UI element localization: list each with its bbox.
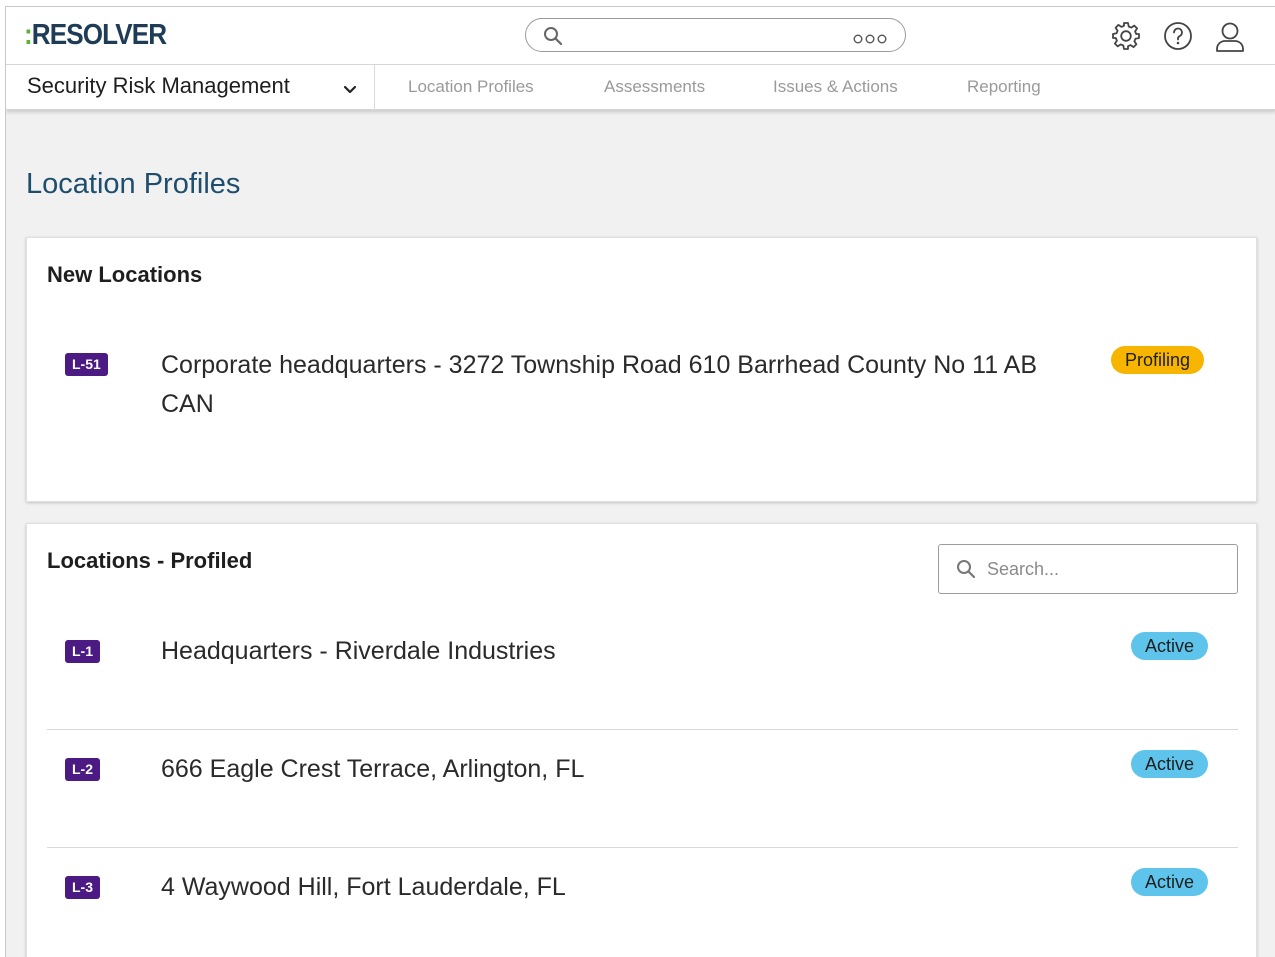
tab-reporting[interactable]: Reporting <box>967 77 1041 97</box>
app-window: :RESOLVER Security Risk Management Locat… <box>5 6 1275 957</box>
more-options-icon[interactable] <box>853 31 887 49</box>
id-badge: L-1 <box>65 640 100 663</box>
nav-bar: Security Risk Management Location Profil… <box>6 65 1275 110</box>
top-bar: :RESOLVER <box>6 7 1275 65</box>
tab-location-profiles[interactable]: Location Profiles <box>408 77 534 97</box>
location-name[interactable]: Corporate headquarters - 3272 Township R… <box>161 346 1061 424</box>
search-field[interactable] <box>938 544 1238 594</box>
status-badge: Active <box>1131 632 1209 660</box>
user-icon[interactable] <box>1215 21 1245 58</box>
divider <box>47 847 1238 848</box>
tab-assessments[interactable]: Assessments <box>604 77 705 97</box>
id-badge: L-2 <box>65 758 100 781</box>
app-name: Security Risk Management <box>27 73 290 98</box>
page-title: Location Profiles <box>26 168 241 200</box>
card-title: New Locations <box>47 262 203 287</box>
card-title: Locations - Profiled <box>47 548 253 573</box>
gear-icon[interactable] <box>1111 21 1141 56</box>
status-badge: Profiling <box>1111 346 1205 374</box>
search-input[interactable] <box>987 557 1227 581</box>
status-badge: Active <box>1131 750 1209 778</box>
id-badge: L-51 <box>65 353 108 376</box>
help-icon[interactable] <box>1163 21 1193 56</box>
logo-colon: : <box>24 19 33 51</box>
tab-issues-actions[interactable]: Issues & Actions <box>773 77 898 97</box>
location-name[interactable]: 4 Waywood Hill, Fort Lauderdale, FL <box>161 868 566 907</box>
global-search-bar[interactable] <box>525 18 906 52</box>
location-name[interactable]: Headquarters - Riverdale Industries <box>161 632 556 671</box>
location-name[interactable]: 666 Eagle Crest Terrace, Arlington, FL <box>161 750 584 789</box>
chevron-down-icon[interactable] <box>343 82 357 100</box>
resolver-logo[interactable]: :RESOLVER <box>24 19 167 52</box>
new-locations-card: New Locations L-51 Corporate headquarter… <box>26 237 1257 502</box>
app-switcher[interactable]: Security Risk Management <box>6 65 375 110</box>
search-icon[interactable] <box>543 26 563 51</box>
status-badge: Active <box>1131 868 1209 896</box>
profiled-locations-card: Locations - Profiled L-1 Headquarters - … <box>26 523 1257 957</box>
logo-text: RESOLVER <box>31 19 167 51</box>
id-badge: L-3 <box>65 876 100 899</box>
search-icon <box>956 559 976 584</box>
divider <box>47 729 1238 730</box>
